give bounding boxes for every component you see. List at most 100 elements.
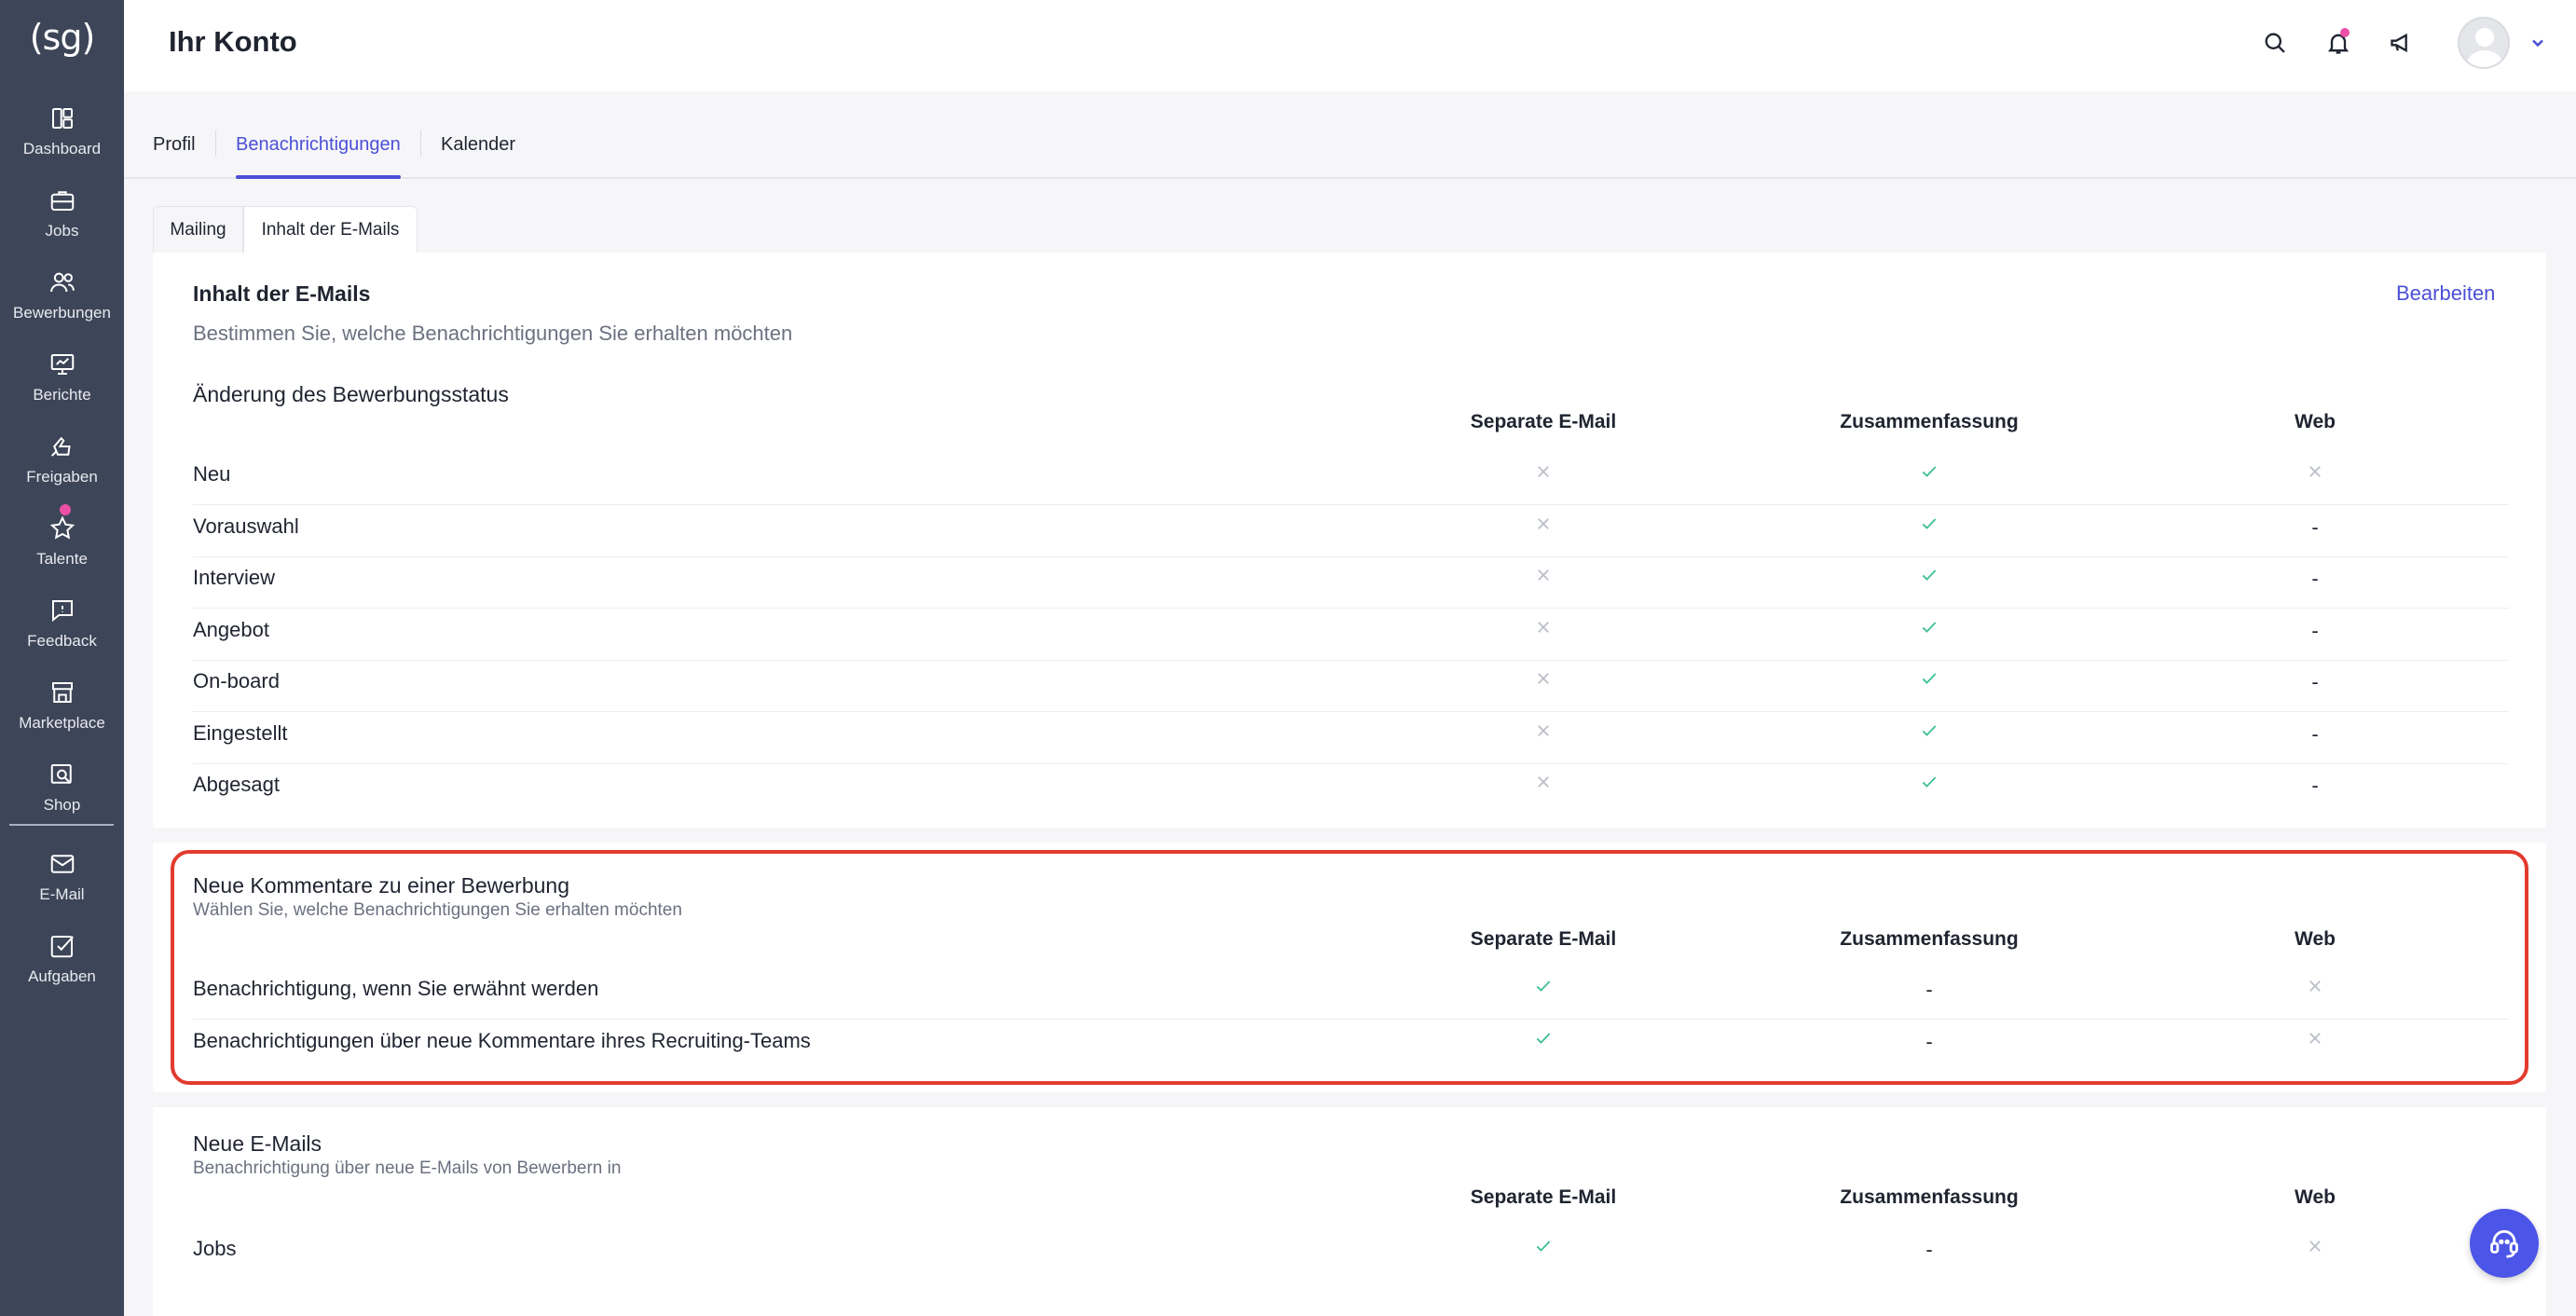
column-header: Zusammenfassung [1840,1186,2019,1208]
row-divider [193,608,2509,609]
search-icon[interactable] [2258,26,2292,60]
help-button[interactable] [2470,1209,2539,1278]
sidebar-item-marketplace[interactable]: Marketplace [0,665,124,740]
column-header: Separate E-Mail [1470,1186,1617,1208]
sidebar-item-shop[interactable]: Shop [0,747,124,822]
section-subtitle: Benachrichtigung über neue E-Mails von B… [193,1158,622,1178]
cell-web: - [2304,514,2326,539]
cell-web: - [2304,619,2326,642]
cross-icon [1532,720,1555,742]
chat-icon [51,600,73,623]
subtab-inhalt[interactable]: Inhalt der E-Mails [243,206,418,254]
edit-link[interactable]: Bearbeiten [2396,281,2495,306]
section-divider [153,828,2546,843]
cross-icon [2304,1235,2326,1257]
check-icon [1918,667,1940,690]
section-title: Änderung des Bewerbungsstatus [193,382,509,406]
sidebar: (sg) Dashboard Jobs Bewerbungen Berichte… [0,0,124,1316]
dash-value: - [2311,721,2319,746]
logo[interactable]: (sg) [0,9,124,65]
sidebar-item-freigaben[interactable]: Freigaben [0,419,124,494]
row-label: Eingestellt [193,720,288,745]
card-title: Inhalt der E-Mails [193,281,371,306]
row-divider [193,555,2509,557]
cross-icon [1532,667,1555,690]
sidebar-item-label: Aufgaben [28,967,96,985]
sidebar-item-label: Talente [36,550,88,568]
sidebar-item-berichte[interactable]: Berichte [0,337,124,412]
top-header: Ihr Konto [124,0,2576,91]
row-divider [193,659,2509,661]
avatar[interactable] [2458,17,2510,69]
tab-benachrichtigungen[interactable]: Benachrichtigungen [236,134,401,156]
row-divider [193,762,2509,764]
cell-web: - [2304,670,2326,693]
subtab-mailing[interactable]: Mailing [153,206,243,254]
bell-icon[interactable] [2322,26,2355,60]
settings-card [153,253,2546,1316]
presentation-chart-icon [50,354,74,375]
sidebar-item-label: Bewerbungen [13,304,111,322]
cross-icon [1532,460,1555,483]
dash-value: - [1925,1238,1933,1261]
notification-badge [2340,28,2350,37]
row-label: Neu [193,462,231,486]
column-header: Web [2295,1186,2336,1208]
megaphone-icon[interactable] [2385,26,2418,60]
sidebar-item-feedback[interactable]: Feedback [0,583,124,658]
column-header: Zusammenfassung [1840,411,2019,432]
sidebar-item-label: Shop [43,796,81,814]
cell-web: - [2304,721,2326,746]
dash-value: - [2311,774,2319,797]
check-icon [1918,720,1940,742]
tab-separator [215,130,216,157]
notification-badge [60,504,71,515]
users-icon [49,272,75,293]
tab-kalender[interactable]: Kalender [441,134,515,156]
column-header: Separate E-Mail [1470,411,1617,432]
check-icon [1918,616,1940,638]
dash-value: - [2311,567,2319,590]
active-tab-indicator [236,175,401,179]
headset-icon [2490,1229,2518,1258]
section-divider [153,1092,2546,1107]
row-label: Jobs [193,1237,237,1260]
row-label: Interview [193,566,276,589]
thumbs-up-icon [50,436,71,457]
check-icon [1918,564,1940,586]
chevron-down-icon[interactable] [2528,34,2547,52]
shop-search-icon [50,764,72,785]
row-label: On-board [193,669,280,692]
cell-summary: - [1918,1238,1940,1261]
cross-icon [1532,513,1555,535]
sidebar-divider [9,824,114,826]
cross-icon [1532,616,1555,638]
dash-value: - [2311,514,2319,539]
section-title: Neue E-Mails [193,1131,322,1156]
cell-web: - [2304,567,2326,590]
highlight-box [171,850,2528,1085]
row-label: Abgesagt [193,773,280,796]
cross-icon [1532,771,1555,793]
row-divider [193,711,2509,712]
page-title: Ihr Konto [169,25,297,58]
row-divider [193,504,2509,505]
tab-profil[interactable]: Profil [153,134,196,156]
briefcase-icon [50,191,74,211]
account-tabs: Profil Benachrichtigungen Kalender [124,91,2576,179]
sidebar-item-email[interactable]: E-Mail [0,837,124,912]
sidebar-item-jobs[interactable]: Jobs [0,173,124,248]
check-icon [1918,771,1940,793]
check-icon [1532,1235,1555,1257]
sidebar-item-label: E-Mail [39,885,85,903]
row-label: Angebot [193,617,269,641]
sidebar-item-dashboard[interactable]: Dashboard [0,91,124,166]
card-subtitle: Bestimmen Sie, welche Benachrichtigungen… [193,322,793,345]
sidebar-item-bewerbungen[interactable]: Bewerbungen [0,255,124,330]
sidebar-item-label: Marketplace [19,714,105,732]
sidebar-item-aufgaben[interactable]: Aufgaben [0,919,124,994]
sidebar-item-label: Freigaben [26,468,98,486]
sidebar-item-label: Feedback [27,632,97,650]
row-label: Vorauswahl [193,514,299,538]
cross-icon [2304,460,2326,483]
